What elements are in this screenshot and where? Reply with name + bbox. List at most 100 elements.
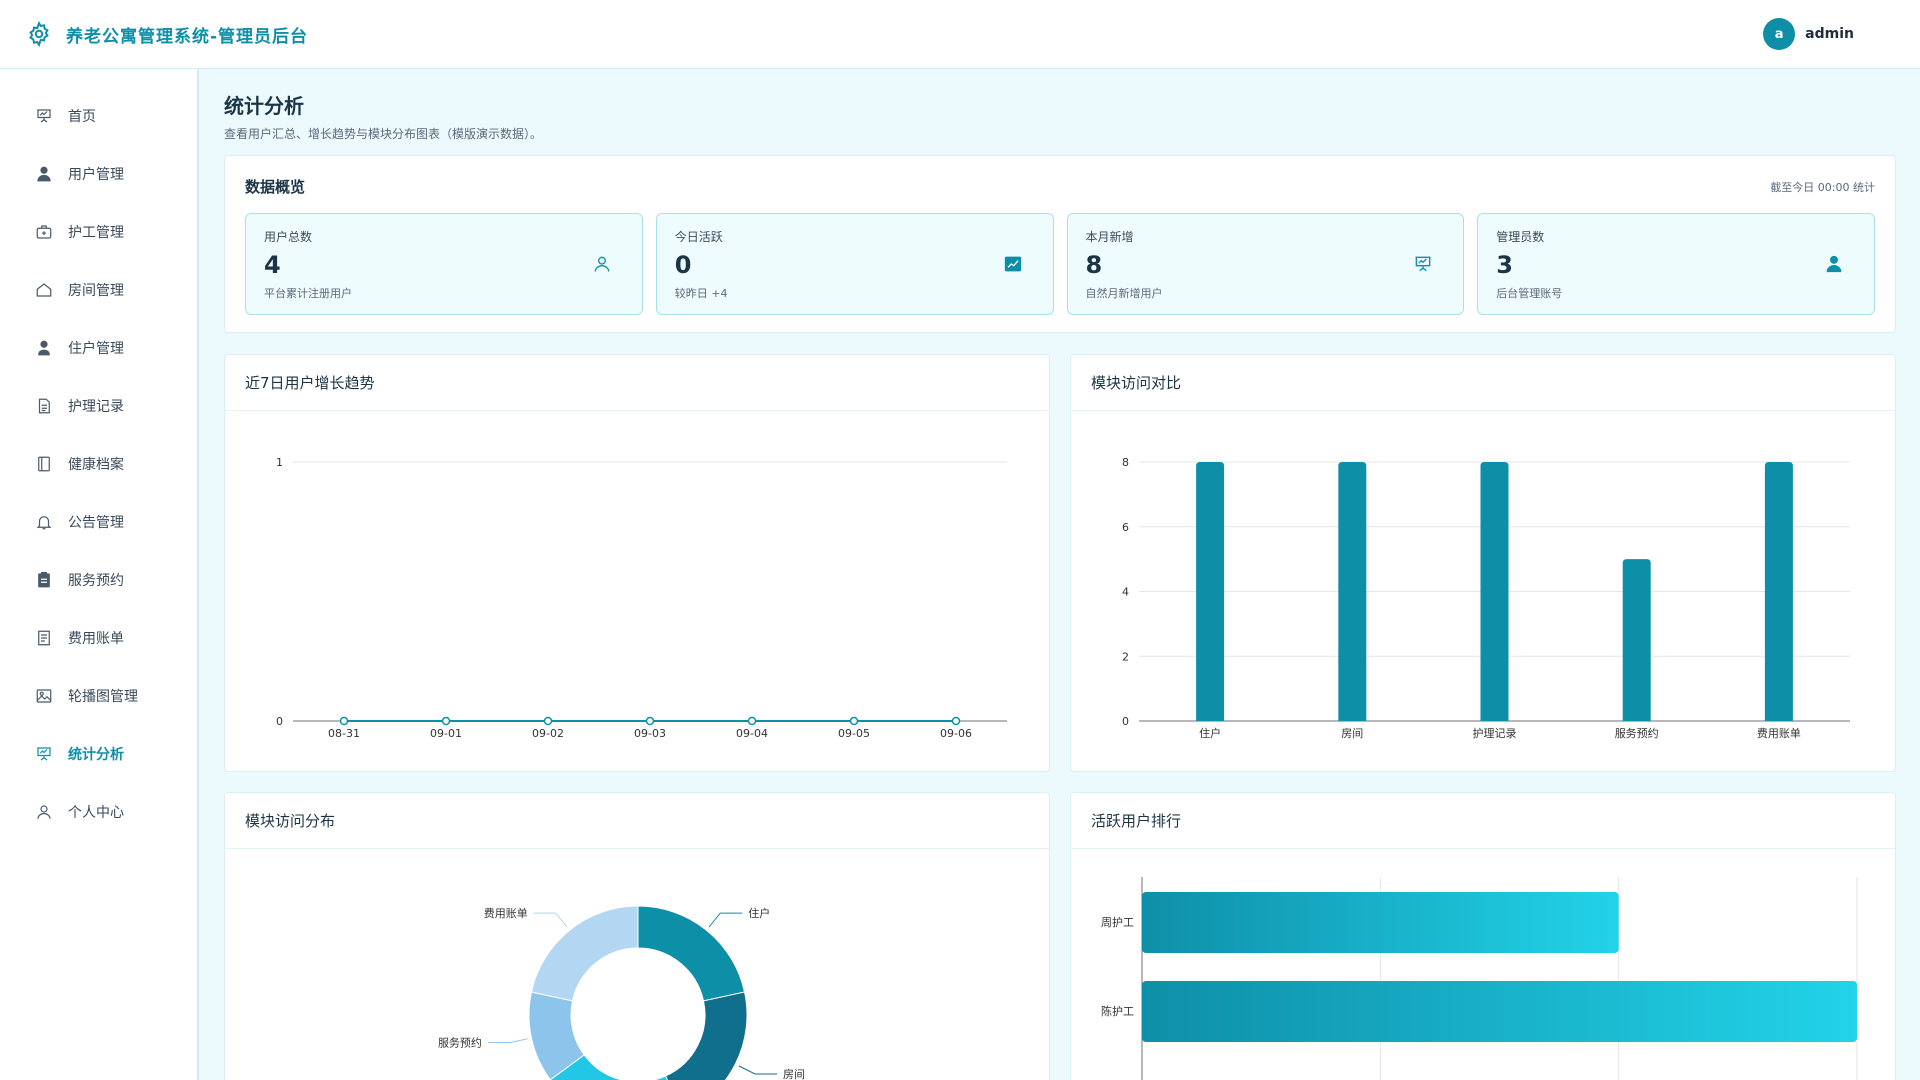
stats-row: 用户总数 4 平台累计注册用户 今日活跃 0 较昨日 +4 本月新增 8 自然月新增用户 管理员数…	[225, 197, 1895, 335]
sidebar-item-label: 费用账单	[68, 631, 124, 647]
stat-desc: 平台累计注册用户	[264, 287, 352, 300]
bell-icon	[36, 516, 52, 530]
sidebar-item-9[interactable]: 费用账单	[0, 609, 197, 667]
bar	[1142, 981, 1857, 1042]
sidebar-item-label: 住户管理	[68, 341, 124, 357]
overview-card: 数据概览 截至今日 00:00 统计 用户总数 4 平台累计注册用户 今日活跃 0 较昨日…	[224, 155, 1896, 333]
module-distribution-chart: 住户房间 服务预约 费用账单	[438, 905, 805, 1080]
active-user-rank-chart: 周护工陈护工	[1101, 877, 1858, 1080]
x-tick-label: 09-03	[634, 727, 666, 740]
y-tick-label: 陈护工	[1101, 1004, 1134, 1018]
sidebar-item-label: 个人中心	[68, 805, 124, 821]
sidebar-item-6[interactable]: 健康档案	[0, 435, 197, 493]
y-tick-label: 2	[1122, 650, 1129, 663]
sidebar-item-label: 用户管理	[68, 167, 124, 183]
y-tick-label: 周护工	[1101, 915, 1134, 929]
sidebar-item-label: 公告管理	[68, 515, 124, 531]
sidebar-item-4[interactable]: 住户管理	[0, 319, 197, 377]
sidebar-item-label: 健康档案	[68, 457, 124, 473]
y-tick-label: 0	[276, 715, 283, 728]
bar	[1196, 462, 1225, 721]
slice-label: 房间	[783, 1068, 805, 1080]
presentation-icon	[1415, 256, 1431, 272]
data-point	[339, 716, 349, 726]
overview-title: 数据概览	[245, 178, 306, 196]
main-content: 统计分析 查看用户汇总、增长趋势与模块分布图表（模版演示数据）。 数据概览 截至…	[224, 90, 1896, 1080]
y-tick-label: 1	[276, 456, 283, 469]
page-title: 统计分析	[224, 94, 304, 118]
page-subtitle: 查看用户汇总、增长趋势与模块分布图表（模版演示数据）。	[224, 127, 543, 141]
slice-label: 服务预约	[438, 1037, 482, 1050]
data-point	[951, 716, 961, 726]
label-leader	[708, 912, 743, 928]
image-icon	[36, 689, 52, 703]
avatar[interactable]: a	[1763, 18, 1796, 50]
sidebar-item-12[interactable]: 个人中心	[0, 783, 197, 841]
bar	[1764, 462, 1793, 721]
label-leader	[533, 912, 568, 928]
data-point	[645, 716, 655, 726]
growth-trend-chart: 0 1 08-31 09-01 09-02 09-03 09-04 09-05 09-06	[276, 456, 1007, 740]
sidebar-item-label: 房间管理	[68, 283, 124, 299]
user-outline-icon	[594, 256, 610, 272]
top-header: 养老公寓管理系统-管理员后台 a admin	[0, 0, 1920, 69]
module-distribution-title: 模块访问分布	[245, 812, 336, 830]
x-tick-label: 09-06	[940, 727, 972, 740]
sidebar-item-10[interactable]: 轮播图管理	[0, 667, 197, 725]
sidebar-item-label: 护理记录	[68, 399, 124, 415]
slice-label: 住户	[748, 906, 770, 920]
sidebar-item-5[interactable]: 护理记录	[0, 377, 197, 435]
gear-icon	[29, 21, 49, 47]
bar	[1480, 462, 1509, 721]
y-tick-label: 6	[1122, 521, 1129, 534]
username[interactable]: admin	[1805, 26, 1854, 42]
receipt-icon	[38, 630, 50, 646]
y-tick-label: 8	[1122, 456, 1129, 469]
clipboard-icon	[38, 571, 50, 588]
sidebar-item-label: 首页	[68, 109, 96, 125]
sidebar-item-1[interactable]: 用户管理	[0, 145, 197, 203]
sidebar-item-11[interactable]: 统计分析	[0, 725, 197, 783]
presentation-icon	[37, 109, 51, 123]
stat-card: 本月新增 8 自然月新增用户	[1066, 213, 1465, 315]
stat-card: 管理员数 3 后台管理账号	[1477, 213, 1875, 315]
stat-desc: 自然月新增用户	[1085, 287, 1163, 300]
overview-note: 截至今日 00:00 统计	[1770, 180, 1875, 194]
sidebar-item-3[interactable]: 房间管理	[0, 261, 197, 319]
document-icon	[38, 398, 50, 414]
stat-value: 8	[1085, 251, 1103, 279]
x-tick-label: 房间	[1341, 727, 1363, 740]
presentation-icon	[37, 747, 51, 761]
stat-value: 3	[1496, 251, 1513, 279]
stat-label: 用户总数	[264, 230, 313, 244]
pie-slice	[530, 905, 639, 1002]
bar	[1338, 462, 1367, 721]
sidebar-item-label: 轮播图管理	[68, 689, 138, 705]
sidebar-item-label: 统计分析	[68, 747, 124, 763]
active-user-rank-title: 活跃用户排行	[1091, 812, 1182, 830]
x-tick-label: 09-04	[736, 727, 768, 740]
stat-label: 管理员数	[1496, 230, 1545, 244]
person-icon	[38, 340, 50, 356]
module-compare-chart: 0 2 4 6 8 住户 房间 护理记录 服务预约 费用账单	[1122, 456, 1850, 740]
pie-slice	[637, 905, 746, 1002]
sidebar-item-8[interactable]: 服务预约	[0, 551, 197, 609]
data-point	[543, 716, 553, 726]
data-point	[747, 716, 757, 726]
bar	[1622, 559, 1651, 721]
user-outline-icon	[37, 805, 51, 819]
sidebar-item-0[interactable]: 首页	[0, 87, 197, 145]
sidebar-item-2[interactable]: 护工管理	[0, 203, 197, 261]
sidebar-item-7[interactable]: 公告管理	[0, 493, 197, 551]
data-point	[441, 716, 451, 726]
sidebar-item-label: 护工管理	[68, 225, 124, 241]
user-icon	[1826, 255, 1842, 273]
user-icon	[37, 166, 51, 182]
sidebar: 首页用户管理护工管理房间管理住户管理护理记录健康档案公告管理服务预约费用账单轮播…	[0, 69, 199, 1080]
stat-value: 4	[264, 251, 281, 279]
y-tick-label: 4	[1122, 586, 1129, 599]
x-tick-label: 护理记录	[1473, 726, 1517, 740]
user-menu[interactable]: a admin	[1763, 18, 1854, 50]
stat-card: 今日活跃 0 较昨日 +4	[655, 213, 1054, 315]
sidebar-item-label: 服务预约	[68, 573, 124, 589]
